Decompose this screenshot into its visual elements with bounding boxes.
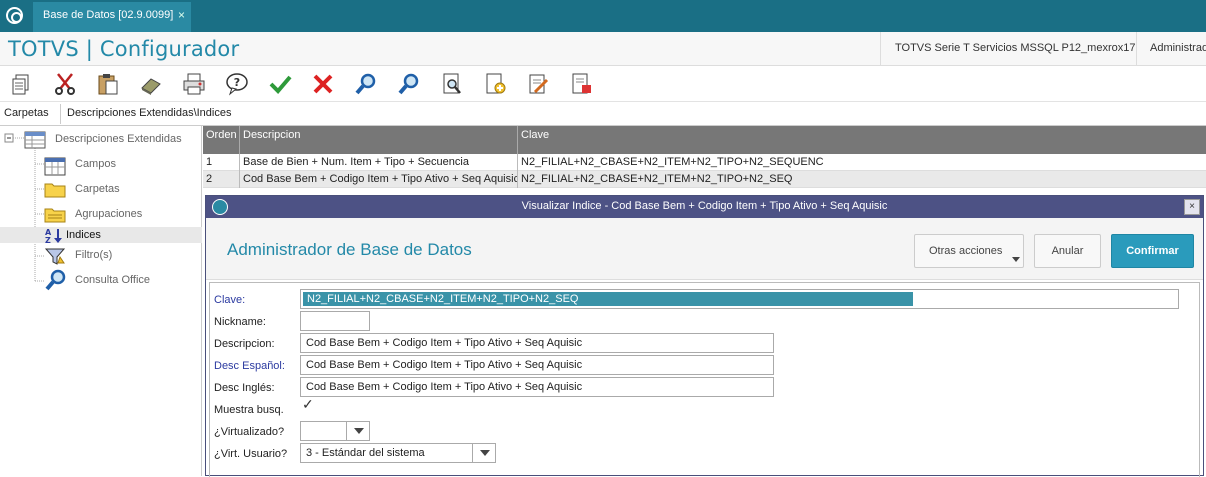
path-bar: Carpetas Descripciones Extendidas\Indice… — [0, 102, 1206, 126]
muestra-busq-label: Muestra busq. — [214, 404, 284, 416]
dialog-app-icon — [212, 199, 228, 215]
table-icon — [24, 131, 46, 152]
edit-icon[interactable] — [524, 70, 552, 98]
dialog-header: Administrador de Base de Datos Otras acc… — [206, 218, 1203, 280]
magnifier-icon — [44, 269, 68, 294]
virt-usuario-label: ¿Virt. Usuario? — [214, 448, 288, 460]
tree-item-agrupaciones[interactable]: Agrupaciones — [75, 208, 142, 220]
muestra-busq-checkbox[interactable]: ✓ — [302, 396, 314, 413]
tree-item-indices[interactable]: Indices — [66, 229, 101, 241]
dialog-title-bar: Visualizar Indice - Cod Base Bem + Codig… — [206, 196, 1203, 218]
app-title: TOTVS | Configurador — [8, 37, 240, 61]
clave-field[interactable]: N2_FILIAL+N2_CBASE+N2_ITEM+N2_TIPO+N2_SE… — [300, 289, 1179, 309]
view-index-dialog: Visualizar Indice - Cod Base Bem + Codig… — [205, 195, 1204, 477]
title-bar: Base de Datos [02.9.0099] × — [0, 0, 1206, 32]
index-form: Clave: N2_FILIAL+N2_CBASE+N2_ITEM+N2_TIP… — [209, 282, 1200, 477]
cancel-button[interactable]: Anular — [1034, 234, 1101, 268]
help-icon[interactable]: ? — [223, 70, 251, 98]
col-orden[interactable]: Orden — [203, 126, 240, 154]
virt-usuario-value: 3 - Estándar del sistema — [306, 447, 425, 459]
table-row[interactable]: 2 Cod Base Bem + Codigo Item + Tipo Ativ… — [203, 171, 1206, 188]
cell-orden: 1 — [203, 154, 240, 171]
confirm-check-icon[interactable] — [266, 70, 294, 98]
svg-text:Z: Z — [45, 236, 51, 244]
virtualizado-select[interactable] — [300, 421, 370, 441]
cell-clave: N2_FILIAL+N2_CBASE+N2_ITEM+N2_TIPO+N2_SE… — [521, 156, 824, 168]
user-label[interactable]: Administrad — [1136, 32, 1206, 66]
desc-ingles-label: Desc Inglés: — [214, 382, 275, 394]
chevron-down-icon — [1012, 257, 1020, 262]
calendar-icon — [44, 154, 66, 179]
indices-grid: Orden Descripcion Clave 1 Base de Bien +… — [203, 126, 1206, 192]
descripcion-field[interactable]: Cod Base Bem + Codigo Item + Tipo Ativo … — [300, 333, 774, 353]
other-actions-button[interactable]: Otras acciones — [914, 234, 1024, 268]
eraser-icon[interactable] — [137, 70, 165, 98]
tab-close-icon[interactable]: × — [178, 8, 185, 22]
tree-selection — [0, 227, 202, 243]
cell-descripcion: Base de Bien + Num. Item + Tipo + Secuen… — [240, 154, 518, 171]
grid-header: Orden Descripcion Clave — [203, 126, 1206, 154]
table-row[interactable]: 1 Base de Bien + Num. Item + Tipo + Secu… — [203, 154, 1206, 171]
chevron-down-icon[interactable] — [472, 444, 495, 462]
nickname-field[interactable] — [300, 311, 370, 331]
confirm-button[interactable]: Confirmar — [1111, 234, 1194, 268]
search-icon[interactable] — [352, 70, 380, 98]
preview-icon[interactable] — [438, 70, 466, 98]
cancel-x-icon[interactable] — [309, 70, 337, 98]
desc-ingles-field[interactable]: Cod Base Bem + Codigo Item + Tipo Ativo … — [300, 377, 774, 397]
folder-icon — [44, 180, 66, 201]
other-actions-label: Otras acciones — [929, 245, 1003, 257]
search-next-icon[interactable] — [395, 70, 423, 98]
tree-item-consulta-office[interactable]: Consulta Office — [75, 274, 150, 286]
new-document-icon[interactable] — [481, 70, 509, 98]
tree-root[interactable]: Descripciones Extendidas — [55, 133, 182, 145]
desc-espanol-label: Desc Español: — [214, 360, 285, 372]
folder-group-icon — [44, 205, 66, 226]
svg-text:?: ? — [234, 76, 240, 89]
toolbar: ? — [0, 66, 1206, 102]
cell-clave: N2_FILIAL+N2_CBASE+N2_ITEM+N2_TIPO+N2_SE… — [521, 173, 793, 185]
cell-orden: 2 — [203, 171, 240, 188]
app-header: TOTVS | Configurador TOTVS Serie T Servi… — [0, 32, 1206, 66]
tree-item-campos[interactable]: Campos — [75, 158, 116, 170]
cell-descripcion: Cod Base Bem + Codigo Item + Tipo Ativo … — [240, 171, 518, 188]
descripcion-label: Descripcion: — [214, 338, 275, 350]
copy-icon[interactable] — [8, 70, 36, 98]
tab-base-de-datos[interactable]: Base de Datos [02.9.0099] × — [33, 2, 191, 32]
totvs-logo-icon[interactable] — [6, 7, 23, 24]
virt-usuario-select[interactable]: 3 - Estándar del sistema — [300, 443, 496, 463]
desc-espanol-field[interactable]: Cod Base Bem + Codigo Item + Tipo Ativo … — [300, 355, 774, 375]
chevron-down-icon[interactable] — [346, 422, 369, 440]
cut-icon[interactable] — [51, 70, 79, 98]
tree-item-filtros[interactable]: Filtro(s) — [75, 249, 112, 261]
delete-document-icon[interactable] — [567, 70, 595, 98]
sort-az-icon: AZ — [44, 227, 64, 247]
clave-value: N2_FILIAL+N2_CBASE+N2_ITEM+N2_TIPO+N2_SE… — [303, 292, 913, 306]
clave-label: Clave: — [214, 294, 246, 306]
tab-label: Base de Datos [02.9.0099] — [43, 9, 174, 21]
paste-icon[interactable] — [94, 70, 122, 98]
current-path: Descripciones Extendidas\Indices — [60, 104, 1206, 124]
col-descripcion[interactable]: Descripcion — [240, 126, 518, 154]
environment-label: TOTVS Serie T Servicios MSSQL P12_mexrox… — [880, 32, 1149, 66]
dialog-heading: Administrador de Base de Datos — [227, 240, 472, 259]
col-clave[interactable]: Clave — [518, 126, 1206, 154]
folders-label: Carpetas — [4, 107, 49, 119]
dialog-title: Visualizar Indice - Cod Base Bem + Codig… — [521, 200, 888, 212]
folder-tree: Descripciones Extendidas Campos Carpetas… — [0, 126, 202, 476]
dialog-close-icon[interactable]: × — [1184, 199, 1200, 215]
nickname-label: Nickname: — [214, 316, 266, 328]
filter-icon — [44, 246, 66, 269]
print-icon[interactable] — [180, 70, 208, 98]
tree-item-carpetas[interactable]: Carpetas — [75, 183, 120, 195]
virtualizado-label: ¿Virtualizado? — [214, 426, 285, 438]
